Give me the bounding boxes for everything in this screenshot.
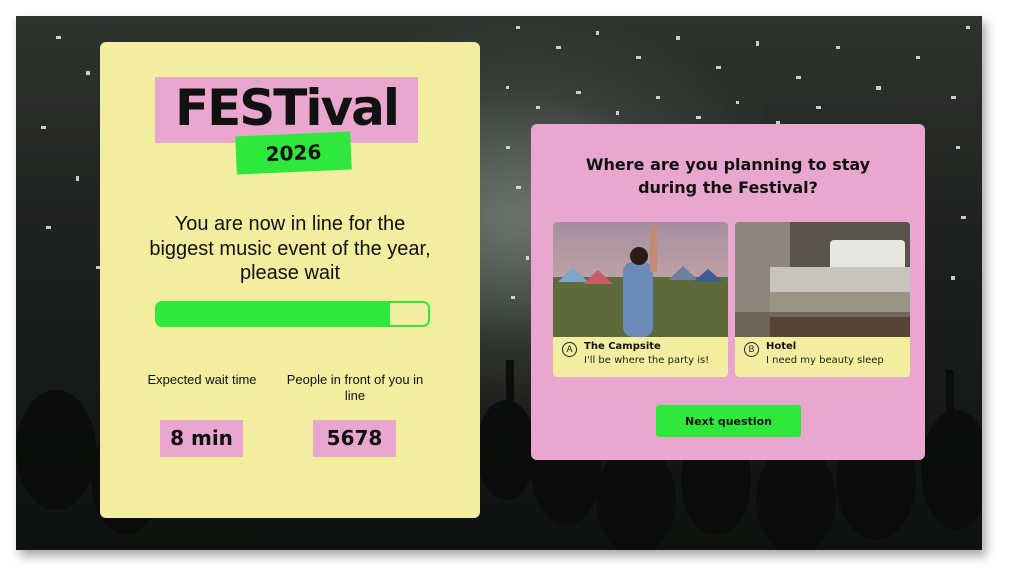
hotel-room-photo bbox=[735, 222, 910, 337]
survey-question-card: Where are you planning to stay during th… bbox=[531, 124, 925, 460]
year-text: 2026 bbox=[265, 139, 322, 167]
queue-progress-fill bbox=[157, 303, 391, 325]
queue-message: You are now in line for the biggest musi… bbox=[149, 213, 431, 284]
people-ahead-value: 5678 bbox=[313, 420, 396, 457]
option-campsite[interactable]: A The Campsite I'll be where the party i… bbox=[553, 222, 728, 377]
option-letter-a: A bbox=[562, 342, 577, 357]
queue-card: FESTival 2026 You are now in line for th… bbox=[100, 42, 480, 518]
logo-title: FESTival bbox=[174, 79, 400, 137]
wait-time-label: Expected wait time bbox=[147, 372, 257, 387]
wait-time-value: 8 min bbox=[160, 420, 243, 457]
option-title: Hotel bbox=[766, 341, 797, 352]
option-letter-b: B bbox=[744, 342, 759, 357]
campsite-photo bbox=[553, 222, 728, 337]
option-subtitle: I'll be where the party is! bbox=[584, 355, 710, 366]
next-question-button[interactable]: Next question bbox=[656, 405, 801, 437]
festival-logo: FESTival bbox=[155, 77, 418, 143]
option-title: The Campsite bbox=[584, 341, 661, 352]
people-ahead-label: People in front of you in line bbox=[286, 372, 424, 403]
question-title: Where are you planning to stay during th… bbox=[585, 155, 871, 197]
year-badge: 2026 bbox=[235, 131, 352, 175]
option-hotel[interactable]: B Hotel I need my beauty sleep bbox=[735, 222, 910, 377]
queue-progress-bar bbox=[155, 301, 430, 327]
option-subtitle: I need my beauty sleep bbox=[766, 355, 884, 366]
